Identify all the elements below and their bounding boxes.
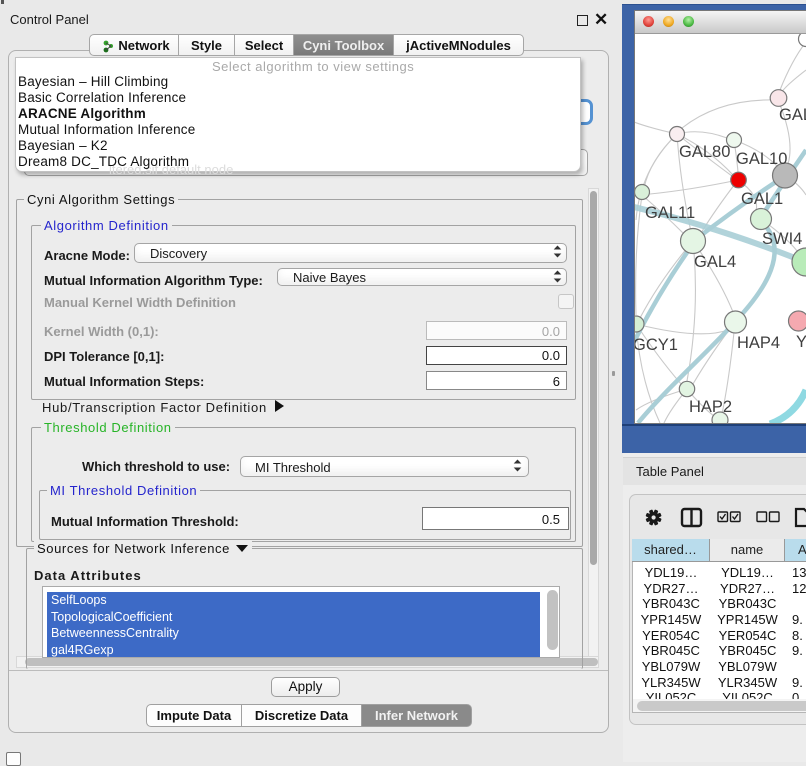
svg-text:SWI4: SWI4 — [762, 230, 802, 248]
svg-text:HAP2: HAP2 — [689, 398, 732, 416]
svg-text:GAL10: GAL10 — [736, 150, 787, 168]
svg-text:Y: Y — [796, 333, 806, 351]
svg-text:GAL7: GAL7 — [779, 106, 806, 124]
svg-text:GAL4: GAL4 — [694, 253, 736, 271]
svg-text:GCY1: GCY1 — [635, 336, 678, 354]
svg-text:GAL80: GAL80 — [679, 143, 730, 161]
svg-text:GAL11: GAL11 — [645, 204, 695, 222]
svg-text:HAP4: HAP4 — [737, 334, 780, 352]
svg-text:GAL1: GAL1 — [741, 190, 783, 208]
